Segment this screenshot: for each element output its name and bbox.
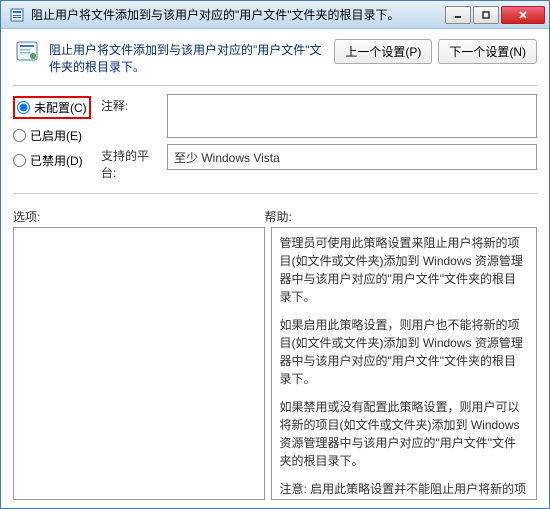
radio-disabled-label: 已禁用(D): [30, 152, 83, 169]
config-area: 未配置(C) 已启用(E) 已禁用(D) 注释: 支持的平台:: [13, 94, 537, 181]
radio-disabled[interactable]: 已禁用(D): [13, 152, 91, 169]
radio-not-configured-label: 未配置(C): [34, 99, 87, 116]
help-paragraph: 注意: 启用此策略设置并不能阻止用户将新的项目(如文件和文件夹)添加到 %use…: [280, 480, 528, 500]
titlebar: 阻止用户将文件添加到与该用户对应的"用户文件"文件夹的根目录下。: [1, 1, 549, 29]
options-label: 选项:: [13, 208, 265, 225]
platform-label: 支持的平台:: [101, 144, 161, 181]
options-panel: [13, 227, 265, 500]
platform-value: 至少 Windows Vista: [167, 144, 537, 170]
policy-icon: [13, 37, 41, 65]
help-paragraph: 管理员可使用此策略设置来阻止用户将新的项目(如文件或文件夹)添加到 Window…: [280, 234, 528, 306]
divider: [13, 85, 537, 86]
close-button[interactable]: [501, 6, 545, 24]
minimize-button[interactable]: [445, 6, 471, 24]
radio-group: 未配置(C) 已启用(E) 已禁用(D): [13, 94, 91, 181]
divider-2: [13, 193, 537, 194]
radio-disabled-input[interactable]: [13, 154, 26, 167]
panels: 管理员可使用此策略设置来阻止用户将新的项目(如文件或文件夹)添加到 Window…: [13, 227, 537, 500]
previous-setting-button[interactable]: 上一个设置(P): [334, 39, 432, 64]
comment-input[interactable]: [167, 94, 537, 138]
radio-enabled[interactable]: 已启用(E): [13, 127, 91, 144]
help-paragraph: 如果禁用或没有配置此策略设置，则用户可以将新的项目(如文件或文件夹)添加到 Wi…: [280, 398, 528, 470]
help-panel[interactable]: 管理员可使用此策略设置来阻止用户将新的项目(如文件或文件夹)添加到 Window…: [271, 227, 537, 500]
maximize-button[interactable]: [473, 6, 499, 24]
nav-buttons: 上一个设置(P) 下一个设置(N): [334, 37, 537, 64]
window-controls: [445, 6, 545, 24]
header-row: 阻止用户将文件添加到与该用户对应的"用户文件"文件夹的根目录下。 上一个设置(P…: [13, 37, 537, 75]
content-area: 阻止用户将文件添加到与该用户对应的"用户文件"文件夹的根目录下。 上一个设置(P…: [1, 29, 549, 508]
comment-row: 注释:: [101, 94, 537, 138]
policy-dialog: 阻止用户将文件添加到与该用户对应的"用户文件"文件夹的根目录下。 阻止用户将文件…: [0, 0, 550, 509]
radio-enabled-input[interactable]: [13, 129, 26, 142]
radio-enabled-label: 已启用(E): [30, 127, 82, 144]
policy-title: 阻止用户将文件添加到与该用户对应的"用户文件"文件夹的根目录下。: [49, 37, 326, 75]
titlebar-icon: [9, 7, 25, 23]
help-paragraph: 如果启用此策略设置，则用户也不能将新的项目(如文件或文件夹)添加到 Window…: [280, 316, 528, 388]
radio-not-configured[interactable]: 未配置(C): [13, 96, 91, 119]
panel-labels: 选项: 帮助:: [13, 208, 537, 225]
comment-label: 注释:: [101, 94, 161, 114]
platform-row: 支持的平台: 至少 Windows Vista: [101, 144, 537, 181]
next-setting-button[interactable]: 下一个设置(N): [438, 39, 537, 64]
radio-not-configured-input[interactable]: [17, 101, 30, 114]
fields-col: 注释: 支持的平台: 至少 Windows Vista: [101, 94, 537, 181]
help-label: 帮助:: [265, 208, 292, 225]
titlebar-text: 阻止用户将文件添加到与该用户对应的"用户文件"文件夹的根目录下。: [31, 6, 445, 23]
